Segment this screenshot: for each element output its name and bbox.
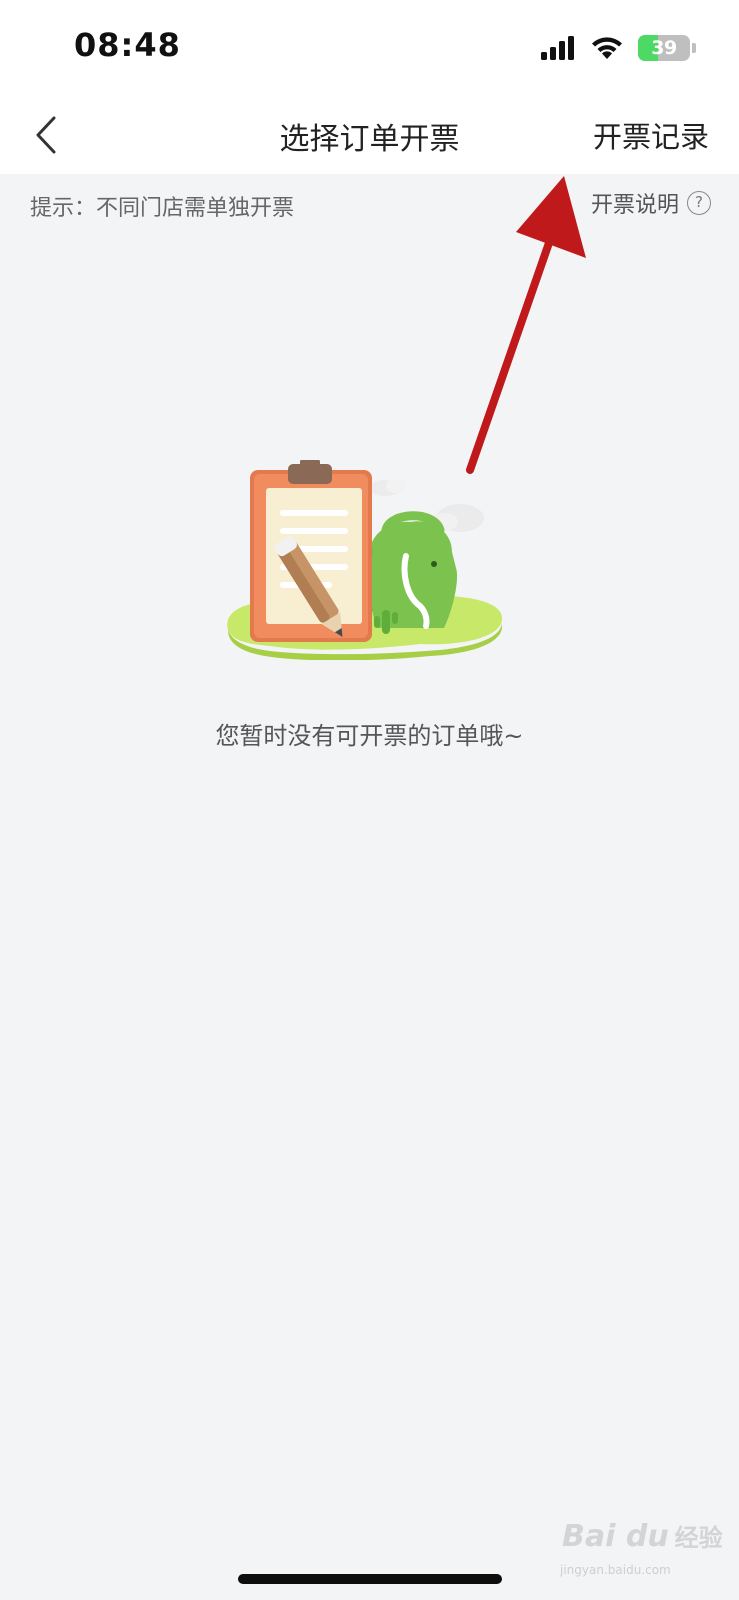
invoice-explain-label: 开票说明 bbox=[590, 193, 679, 218]
home-indicator[interactable] bbox=[238, 1574, 502, 1584]
invoice-records-button[interactable]: 开票记录 bbox=[593, 114, 709, 156]
wifi-icon bbox=[592, 37, 622, 59]
watermark-baidu-logo: Bai du bbox=[562, 1519, 669, 1554]
battery-level: 39 bbox=[651, 37, 677, 59]
battery-cap bbox=[692, 43, 696, 53]
help-icon: ? bbox=[687, 191, 711, 215]
watermark-jingyan: 经验 bbox=[674, 1524, 723, 1552]
watermark-logo: Bai du 经验 bbox=[562, 1518, 723, 1554]
annotation-arrow bbox=[466, 176, 586, 474]
battery-icon: 39 bbox=[638, 35, 690, 61]
status-time: 08:48 bbox=[74, 26, 181, 64]
empty-state-message: 您暂时没有可开票的订单哦~ bbox=[215, 722, 524, 750]
watermark-url: jingyan.baidu.com bbox=[560, 1563, 671, 1577]
tip-text: 提示：不同门店需单独开票 bbox=[30, 196, 295, 221]
signal-icon bbox=[541, 36, 574, 60]
tip-row: 提示：不同门店需单独开票 开票说明 ? bbox=[0, 174, 739, 236]
nav-bar: 选择订单开票 开票记录 bbox=[0, 96, 739, 174]
status-bar: 08:48 39 bbox=[0, 0, 739, 96]
invoice-explain-button[interactable]: 开票说明 ? bbox=[591, 188, 711, 218]
empty-state-illustration bbox=[227, 460, 503, 660]
